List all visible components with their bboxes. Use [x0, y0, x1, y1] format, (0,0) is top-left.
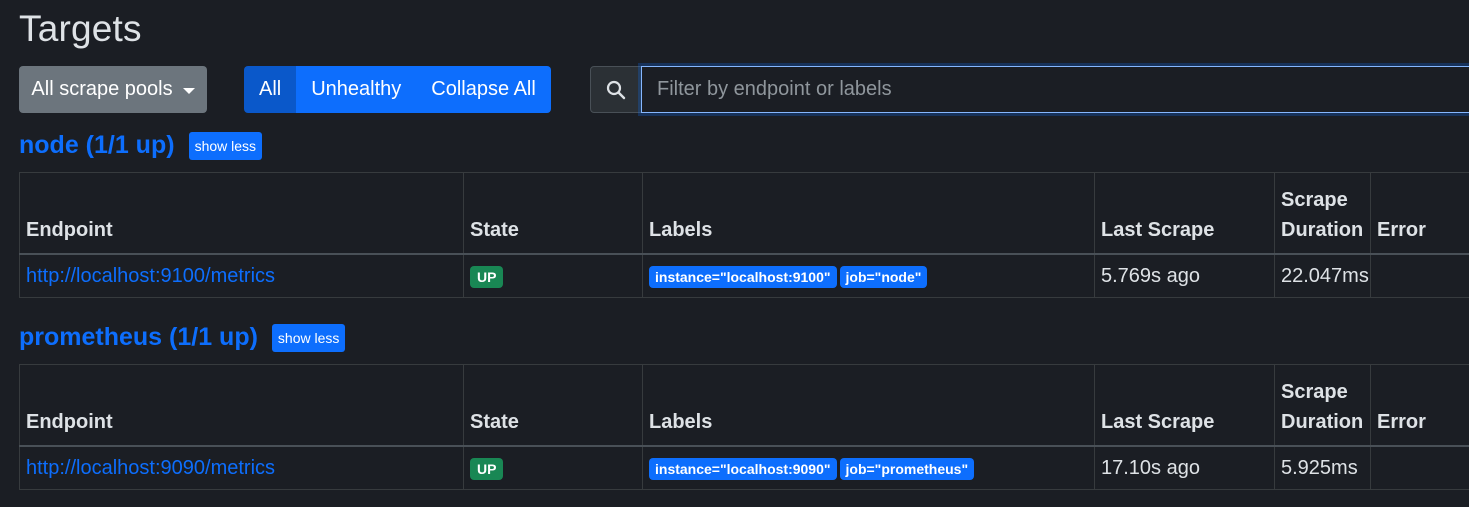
state-badge: UP — [470, 457, 504, 480]
label-badge-instance: instance="localhost:9100" — [649, 265, 837, 288]
filter-button-group: All Unhealthy Collapse All — [244, 66, 551, 113]
scrape-pool-dropdown[interactable]: All scrape pools — [19, 66, 207, 113]
error-value — [1370, 445, 1469, 490]
state-badge: UP — [470, 265, 504, 288]
filter-all-button[interactable]: All — [244, 66, 297, 113]
targets-page: Targets All scrape pools All Unhealthy C… — [0, 0, 1469, 507]
label-badge-instance: instance="localhost:9090" — [649, 457, 837, 480]
column-header-labels: Labels — [642, 172, 1095, 255]
pool-title-link[interactable]: node (1/1 up) — [19, 131, 175, 160]
column-header-last-scrape: Last Scrape — [1094, 172, 1275, 255]
error-value — [1370, 253, 1469, 298]
show-less-button[interactable]: show less — [271, 323, 346, 352]
column-header-labels: Labels — [642, 364, 1095, 447]
label-badge-job: job="prometheus" — [839, 457, 975, 480]
endpoint-link[interactable]: http://localhost:9100/metrics — [26, 265, 275, 287]
endpoint-link[interactable]: http://localhost:9090/metrics — [26, 457, 275, 479]
search-icon — [590, 66, 642, 113]
column-header-error: Error — [1370, 172, 1469, 255]
column-header-scrape-duration: Scrape Duration — [1274, 172, 1371, 255]
table-row: http://localhost:9090/metrics UP instanc… — [19, 445, 1469, 490]
scrape-pool-label: All scrape pools — [31, 78, 173, 100]
last-scrape-value: 5.769s ago — [1094, 253, 1275, 298]
filter-unhealthy-button[interactable]: Unhealthy — [296, 66, 417, 113]
last-scrape-value: 17.10s ago — [1094, 445, 1275, 490]
collapse-all-button[interactable]: Collapse All — [416, 66, 551, 113]
caret-down-icon — [182, 87, 195, 94]
targets-table: Endpoint State Labels Last Scrape Scrape… — [19, 364, 1469, 490]
scrape-duration-value: 5.925ms — [1274, 445, 1371, 490]
pool-header: prometheus (1/1 up) show less — [19, 323, 346, 352]
table-header-row: Endpoint State Labels Last Scrape Scrape… — [19, 364, 1469, 447]
table-header-row: Endpoint State Labels Last Scrape Scrape… — [19, 172, 1469, 255]
column-header-last-scrape: Last Scrape — [1094, 364, 1275, 447]
label-badge-job: job="node" — [839, 265, 928, 288]
table-row: http://localhost:9100/metrics UP instanc… — [19, 253, 1469, 298]
column-header-scrape-duration: Scrape Duration — [1274, 364, 1371, 447]
pool-header: node (1/1 up) show less — [19, 131, 263, 160]
scrape-duration-value: 22.047ms — [1274, 253, 1371, 298]
column-header-endpoint: Endpoint — [19, 364, 464, 447]
column-header-endpoint: Endpoint — [19, 172, 464, 255]
toolbar: All scrape pools All Unhealthy Collapse … — [19, 66, 1469, 113]
search-input[interactable] — [641, 66, 1469, 113]
targets-table: Endpoint State Labels Last Scrape Scrape… — [19, 172, 1469, 298]
column-header-state: State — [463, 364, 643, 447]
column-header-error: Error — [1370, 364, 1469, 447]
pool-title-link[interactable]: prometheus (1/1 up) — [19, 323, 258, 352]
show-less-button[interactable]: show less — [188, 131, 263, 160]
column-header-state: State — [463, 172, 643, 255]
page-title: Targets — [19, 8, 142, 49]
